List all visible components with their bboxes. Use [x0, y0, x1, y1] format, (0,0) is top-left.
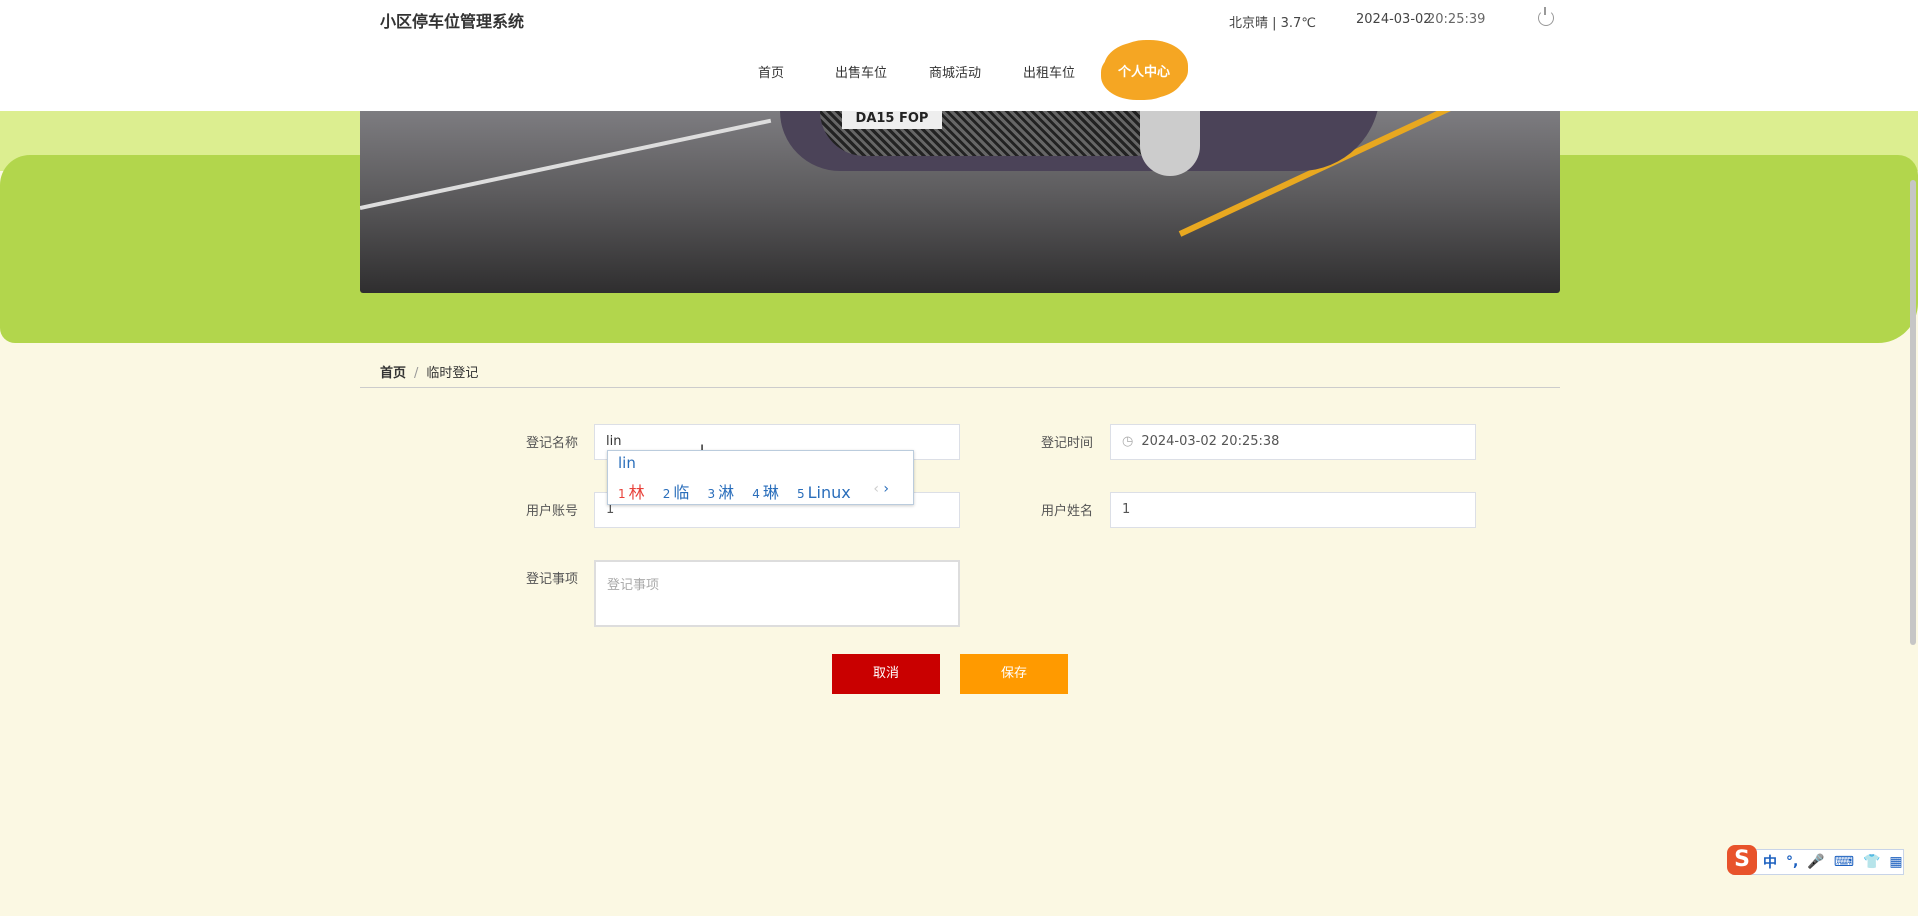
account-label: 用户账号	[526, 504, 579, 519]
nav-home[interactable]: 首页	[758, 62, 784, 81]
keyboard-icon[interactable]: ⌨	[1834, 854, 1854, 870]
apps-icon[interactable]: ▦	[1889, 854, 1902, 870]
save-button[interactable]: 保存	[960, 654, 1068, 694]
breadcrumb-current: 临时登记	[426, 366, 479, 381]
nav-rent-parking[interactable]: 出租车位	[1023, 62, 1075, 81]
weather: 北京晴 | 3.7℃	[1229, 16, 1316, 31]
banner-image: DA15 FOP	[360, 111, 1560, 293]
ime-candidate[interactable]: 5 Linux	[797, 483, 851, 502]
time-label: 登记时间	[1041, 436, 1094, 451]
username-input[interactable]: 1	[1110, 492, 1476, 528]
cancel-button[interactable]: 取消	[832, 654, 940, 694]
date: 2024-03-02	[1356, 12, 1432, 27]
sogou-logo-icon[interactable]: S	[1727, 845, 1757, 875]
time-value: 2024-03-02 20:25:38	[1141, 434, 1280, 449]
ime-mode-button[interactable]: 中	[1763, 852, 1777, 872]
breadcrumb-separator: /	[414, 366, 419, 381]
time: 20:25:39	[1427, 12, 1486, 27]
ime-pinyin: lin	[618, 454, 636, 472]
notes-label: 登记事项	[526, 572, 579, 587]
ime-candidate[interactable]: 3淋	[708, 483, 735, 502]
username-label: 用户姓名	[1041, 504, 1094, 519]
clock-icon: ◷	[1122, 434, 1134, 449]
header: 小区停车位管理系统 北京晴 | 3.7℃ 2024-03-02 20:25:39…	[0, 0, 1918, 111]
ime-prev-icon[interactable]: ‹	[873, 481, 879, 497]
ime-candidate-popup: lin 1林 2临 3淋 4琳 5 Linux ‹ ›	[607, 450, 914, 505]
nav-mall[interactable]: 商城活动	[929, 62, 981, 81]
breadcrumb-home[interactable]: 首页	[380, 366, 406, 381]
ime-toolbar: 中 °, 🎤 ⌨ 👕 ▦	[1732, 849, 1904, 875]
microphone-icon[interactable]: 🎤	[1807, 854, 1824, 870]
name-label: 登记名称	[526, 436, 579, 451]
breadcrumb: 首页 / 临时登记	[380, 362, 478, 381]
punctuation-icon[interactable]: °,	[1786, 854, 1798, 870]
time-input[interactable]: ◷ 2024-03-02 20:25:38	[1110, 424, 1476, 460]
power-icon[interactable]	[1538, 7, 1554, 26]
ime-candidate[interactable]: 1林	[618, 483, 645, 502]
scrollbar[interactable]	[1910, 180, 1916, 645]
skin-icon[interactable]: 👕	[1863, 854, 1880, 870]
license-plate: DA15 FOP	[842, 111, 942, 129]
ime-next-icon[interactable]: ›	[883, 481, 889, 497]
nav-sell-parking[interactable]: 出售车位	[835, 62, 887, 81]
nav-personal-center[interactable]: 个人中心	[1104, 42, 1184, 98]
site-title: 小区停车位管理系统	[380, 12, 525, 31]
ime-candidate[interactable]: 4琳	[752, 483, 779, 502]
ime-candidate[interactable]: 2临	[663, 483, 690, 502]
divider	[360, 387, 1560, 388]
notes-textarea[interactable]: 登记事项	[594, 560, 960, 627]
